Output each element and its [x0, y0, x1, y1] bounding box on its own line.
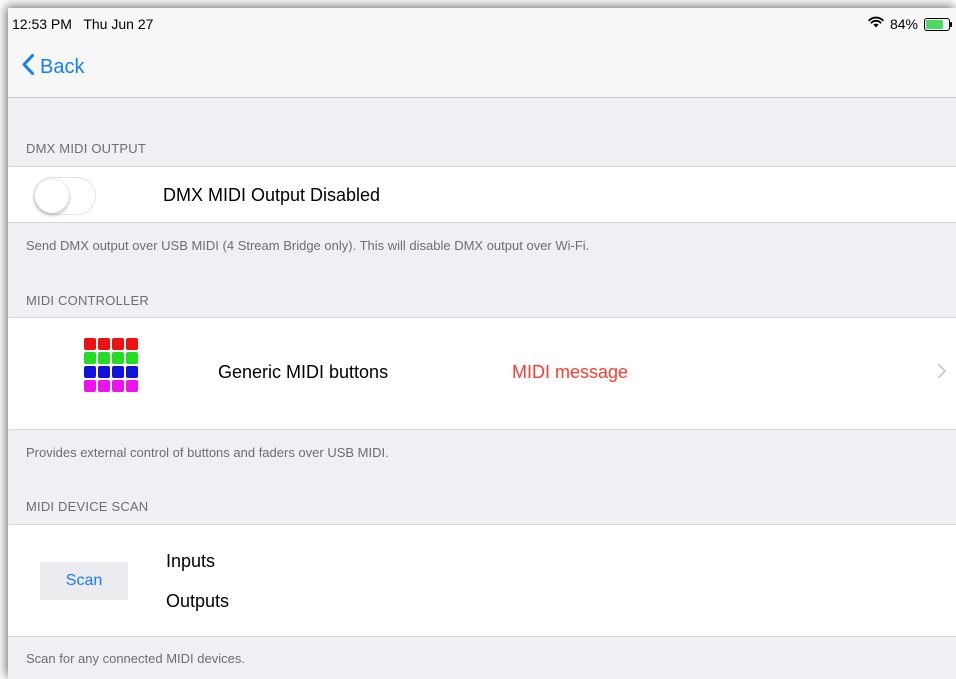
grid-icon-cell [84, 380, 96, 392]
midi-controller-cell[interactable]: Generic MIDI buttons MIDI message [8, 317, 956, 430]
controller-section-header: MIDI CONTROLLER [26, 293, 149, 308]
back-button[interactable]: Back [22, 54, 84, 81]
midi-button-grid-icon [84, 338, 138, 392]
grid-icon-cell [98, 366, 110, 378]
grid-icon-cell [112, 380, 124, 392]
grid-icon-cell [112, 352, 124, 364]
grid-icon-cell [112, 366, 124, 378]
grid-icon-cell [126, 338, 138, 350]
status-indicators: 84% [868, 15, 952, 33]
controller-name: Generic MIDI buttons [218, 362, 389, 382]
dmx-toggle-label: DMX MIDI Output Disabled [163, 185, 381, 205]
grid-icon-cell [84, 338, 96, 350]
grid-icon-cell [84, 352, 96, 364]
grid-icon-cell [126, 366, 138, 378]
grid-icon-cell [126, 352, 138, 364]
midi-message-label: MIDI message [512, 362, 629, 382]
battery-level-fill [926, 19, 943, 29]
dmx-section-header: DMX MIDI OUTPUT [26, 141, 146, 156]
wifi-icon [868, 15, 884, 33]
scan-section-footer: Scan for any connected MIDI devices. [26, 651, 245, 666]
dmx-output-toggle[interactable] [33, 177, 96, 215]
dmx-section-footer: Send DMX output over USB MIDI (4 Stream … [26, 238, 590, 253]
battery-percent: 84% [889, 16, 918, 32]
grid-icon-cell [84, 366, 96, 378]
grid-icon-cell [98, 338, 110, 350]
scan-button[interactable]: Scan [40, 562, 128, 600]
grid-icon-cell [126, 380, 138, 392]
device-scan-cell: Scan Inputs Outputs [8, 524, 956, 637]
controller-section-footer: Provides external control of buttons and… [26, 445, 389, 460]
grid-icon-cell [98, 352, 110, 364]
inputs-label: Inputs [166, 551, 216, 571]
grid-icon-cell [112, 338, 124, 350]
navigation-bar: 12:53 PM Thu Jun 27 84% Back [8, 8, 956, 98]
grid-icon-cell [98, 380, 110, 392]
scan-section-header: MIDI DEVICE SCAN [26, 499, 149, 514]
chevron-left-icon [22, 54, 34, 81]
dmx-toggle-cell: DMX MIDI Output Disabled [8, 166, 956, 223]
chevron-right-icon [938, 364, 946, 383]
outputs-label: Outputs [166, 591, 230, 611]
battery-icon [924, 17, 952, 31]
back-label: Back [40, 56, 85, 78]
settings-screen: 12:53 PM Thu Jun 27 84% Back DMX MIDI OU… [8, 8, 956, 679]
status-time: 12:53 PM Thu Jun 27 [12, 16, 154, 32]
